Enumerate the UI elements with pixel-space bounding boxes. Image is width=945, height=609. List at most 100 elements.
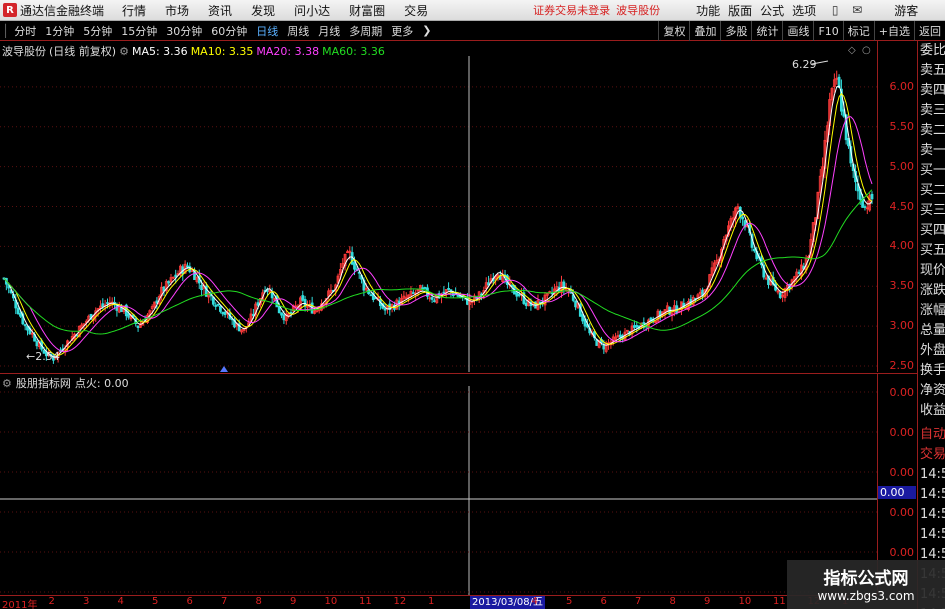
quote-panel-item[interactable]: 净资 xyxy=(918,381,945,401)
quote-panel-item[interactable]: 买四 xyxy=(918,221,945,241)
indicator-tick: 0.00 xyxy=(889,546,915,559)
quote-panel-item[interactable]: 总量 xyxy=(918,321,945,341)
indicator-tick: 0.00 xyxy=(889,426,915,439)
date-tick: 4 xyxy=(531,596,538,607)
indicator-panel[interactable]: ⚙ 股朋指标网 点火: 0.00 xyxy=(0,373,877,596)
ma20-label: MA20: 3.38 xyxy=(256,44,320,58)
period-daily[interactable]: 日线 xyxy=(256,23,278,39)
period-monthly[interactable]: 月线 xyxy=(318,23,340,39)
candles xyxy=(2,70,874,364)
candle-down xyxy=(517,293,521,297)
menu-layout[interactable]: 版面 xyxy=(728,2,752,19)
quote-panel-item[interactable]: 卖五 xyxy=(918,61,945,81)
candle-down xyxy=(430,297,434,300)
quote-panel-item[interactable]: 收益 xyxy=(918,401,945,421)
back-button[interactable]: 返回 xyxy=(914,21,945,41)
high-marker: 6.29 xyxy=(792,58,817,71)
menu-trade[interactable]: 交易 xyxy=(404,2,428,19)
quote-panel-item[interactable]: 卖一 xyxy=(918,141,945,161)
quote-panel-item[interactable]: 买五 xyxy=(918,241,945,261)
period-60min[interactable]: 60分钟 xyxy=(211,23,247,39)
date-tick: 11 xyxy=(773,596,786,607)
menu-quotes[interactable]: 行情 xyxy=(122,2,146,19)
quote-panel-item[interactable]: 买二 xyxy=(918,181,945,201)
quote-panel-item[interactable]: 外盘 xyxy=(918,341,945,361)
price-tick: 4.00 xyxy=(889,239,915,253)
quote-panel-item[interactable]: 现价 xyxy=(918,261,945,281)
quote-panel-item[interactable]: 买三 xyxy=(918,201,945,221)
period-15min[interactable]: 15分钟 xyxy=(121,23,157,39)
event-marker-icon xyxy=(220,366,228,372)
price-axis: 6.00 5.50 5.00 4.50 4.00 3.50 3.00 2.50 xyxy=(877,41,917,372)
indicator-name: 股朋指标网 xyxy=(15,377,71,390)
indicator-tick: 0.00 xyxy=(889,466,915,479)
trade-login-notice[interactable]: 证券交易未登录 xyxy=(533,2,610,18)
phone-icon[interactable]: ▯ xyxy=(824,3,846,17)
quote-panel-item[interactable]: 14:56 xyxy=(918,505,945,525)
candle-down xyxy=(35,341,39,347)
date-tick: 6 xyxy=(186,596,193,607)
statistics-button[interactable]: 统计 xyxy=(751,21,782,41)
menu-formula[interactable]: 公式 xyxy=(760,2,784,19)
quote-panel-item[interactable]: 自动 xyxy=(918,425,945,445)
quote-panel-item[interactable]: 委比 xyxy=(918,41,945,61)
candle-down xyxy=(442,291,446,294)
date-tick: 10 xyxy=(738,596,752,607)
menu-wealth[interactable]: 财富圈 xyxy=(349,2,385,19)
indicator-settings-icon[interactable]: ⚙ xyxy=(2,377,12,390)
candle-down xyxy=(870,193,874,200)
period-1min[interactable]: 1分钟 xyxy=(45,23,74,39)
quote-panel-item[interactable]: 卖二 xyxy=(918,121,945,141)
multi-stock-button[interactable]: 多股 xyxy=(720,21,751,41)
quote-panel-item[interactable]: 涨幅 xyxy=(918,301,945,321)
quote-panel-item[interactable]: 买一 xyxy=(918,161,945,181)
date-tick: 8 xyxy=(669,596,676,607)
price-tick: 3.00 xyxy=(889,319,915,333)
candle-down xyxy=(19,313,22,317)
menu-discover[interactable]: 发现 xyxy=(251,2,275,19)
draw-line-button[interactable]: 画线 xyxy=(782,21,813,41)
candle-down xyxy=(277,306,281,314)
quote-panel-item[interactable]: 14:56 xyxy=(918,485,945,505)
candle-down xyxy=(369,294,373,297)
candle-down xyxy=(383,308,387,311)
menu-options[interactable]: 选项 xyxy=(792,2,816,19)
quote-panel-item[interactable]: 卖三 xyxy=(918,101,945,121)
date-tick: 1 xyxy=(428,596,435,607)
period-weekly[interactable]: 周线 xyxy=(287,23,309,39)
candle-down xyxy=(411,292,415,294)
period-5min[interactable]: 5分钟 xyxy=(83,23,112,39)
period-multi[interactable]: 多周期 xyxy=(349,23,382,39)
f10-button[interactable]: F10 xyxy=(813,21,842,41)
quote-panel-item[interactable]: 14:56 xyxy=(918,525,945,545)
mail-icon[interactable]: ✉ xyxy=(846,3,868,17)
quote-panel-item[interactable]: 换手 xyxy=(918,361,945,381)
more-arrow-icon[interactable]: ❯ xyxy=(422,24,431,37)
add-watchlist-button[interactable]: +自选 xyxy=(873,21,914,41)
kline-chart[interactable]: 6.29 ←2.54 ◇ ○ 波导股份 (日线 前复权) ⚙ MA5: 3.36 MA… xyxy=(0,41,877,372)
candle-down xyxy=(574,300,578,308)
overlay-button[interactable]: 叠加 xyxy=(689,21,720,41)
quote-panel-item[interactable]: 卖四 xyxy=(918,81,945,101)
quote-panel-item[interactable]: 14:56 xyxy=(918,465,945,485)
settings-icon[interactable]: ⚙ xyxy=(119,45,129,58)
period-intraday[interactable]: 分时 xyxy=(14,23,36,39)
adjust-button[interactable]: 复权 xyxy=(658,21,689,41)
quote-panel-item[interactable]: 交易 xyxy=(918,445,945,465)
quote-panel-item[interactable]: 涨跌 xyxy=(918,281,945,301)
mark-button[interactable]: 标记 xyxy=(842,21,874,41)
date-tick: 7 xyxy=(635,596,642,607)
guest-user[interactable]: 游客 xyxy=(894,2,918,19)
indicator-current-value: 0.00 xyxy=(878,486,916,499)
menu-functions[interactable]: 功能 xyxy=(696,2,720,19)
indicator-canvas[interactable] xyxy=(0,374,877,596)
period-30min[interactable]: 30分钟 xyxy=(166,23,202,39)
candle-down xyxy=(200,284,203,291)
menu-news[interactable]: 资讯 xyxy=(208,2,232,19)
candle-down xyxy=(167,280,171,284)
kline-canvas[interactable]: 6.29 ←2.54 ◇ ○ xyxy=(0,41,877,372)
period-more[interactable]: 更多 xyxy=(391,23,413,39)
menu-market[interactable]: 市场 xyxy=(165,2,189,19)
date-tick: 12 xyxy=(393,596,407,607)
menu-ask[interactable]: 问小达 xyxy=(294,2,330,19)
